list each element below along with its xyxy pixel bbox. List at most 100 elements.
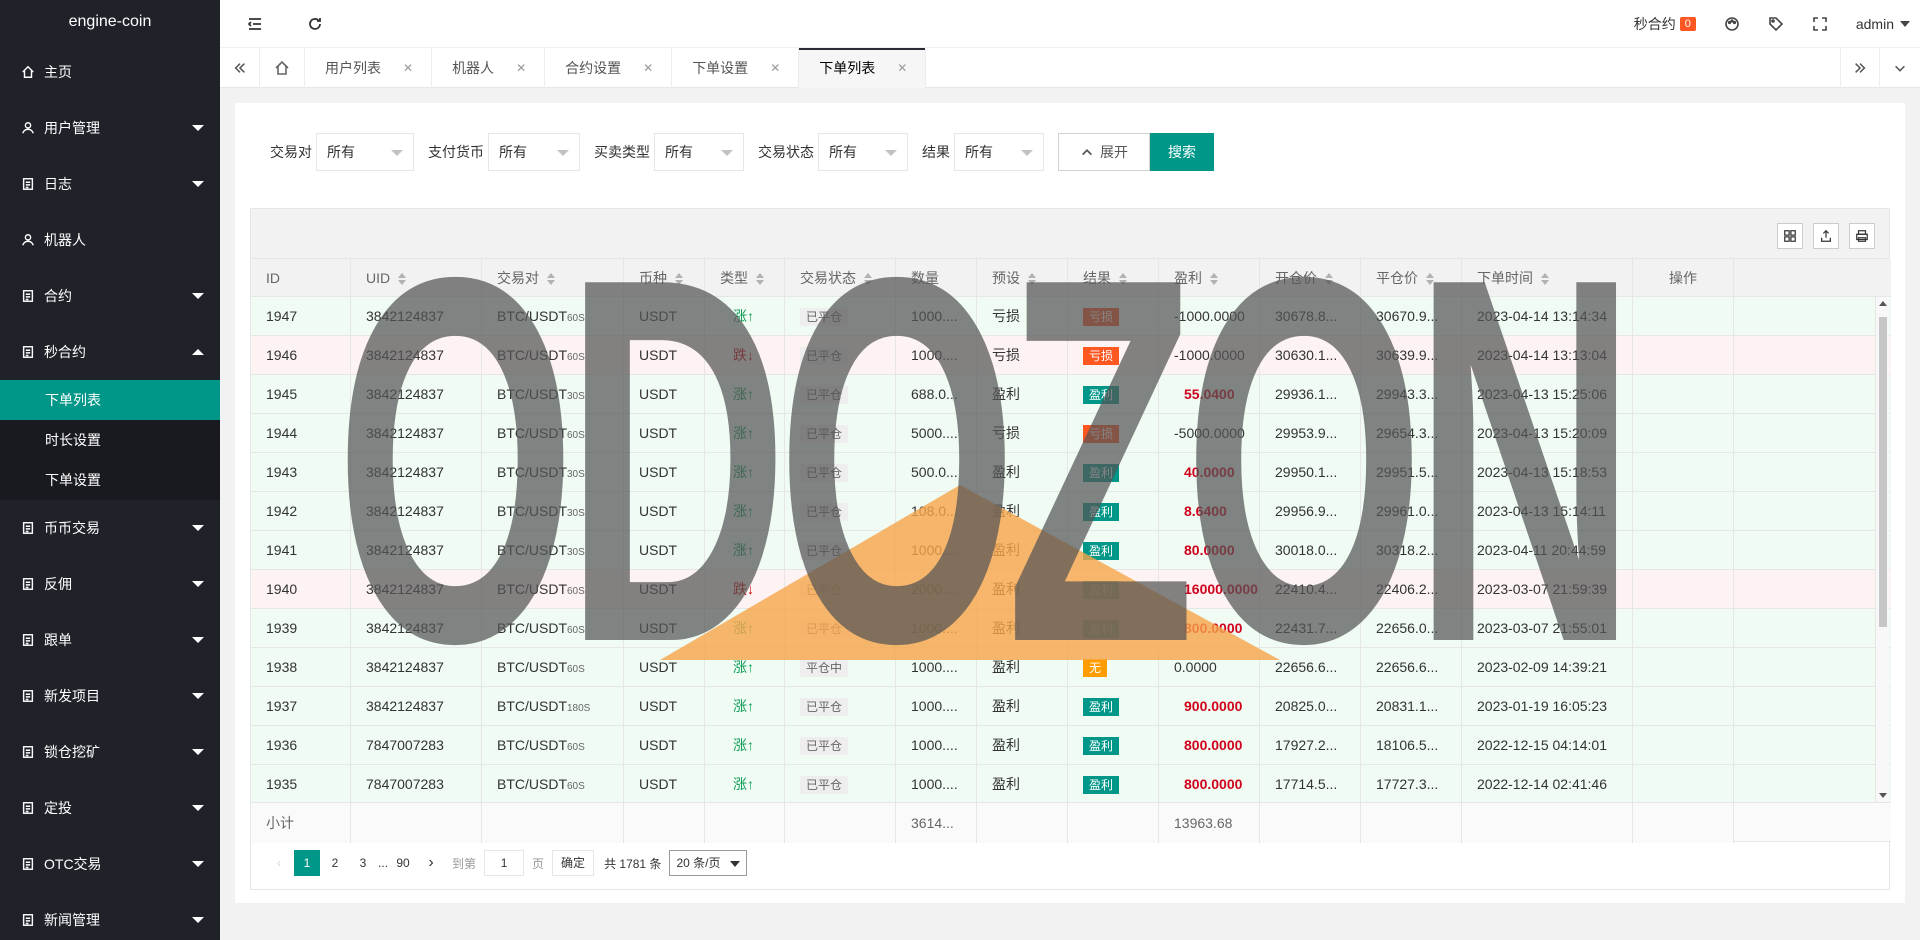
sort-icon[interactable]: [675, 273, 685, 286]
table-row[interactable]: 1938 3842124837 BTC/USDT60S USDT 涨↑ 平仓中 1000..…: [251, 648, 1891, 687]
sidebar-item[interactable]: 新发项目: [0, 668, 220, 724]
sidebar-item[interactable]: 秒合约: [0, 324, 220, 380]
tabs-scroll-right[interactable]: [1840, 48, 1880, 88]
scroll-down-icon[interactable]: [1879, 793, 1887, 798]
tab-item[interactable]: 机器人 ✕: [432, 48, 546, 88]
column-header[interactable]: 币种: [624, 259, 705, 297]
sort-icon[interactable]: [1119, 273, 1129, 286]
table-row[interactable]: 1947 3842124837 BTC/USDT60S USDT 涨↑ 已平仓 1000..…: [251, 297, 1891, 336]
sidebar-item[interactable]: 锁仓挖矿: [0, 724, 220, 780]
sidebar-item[interactable]: 机器人: [0, 212, 220, 268]
page-number[interactable]: 1: [294, 850, 320, 876]
close-icon[interactable]: ✕: [403, 61, 413, 75]
page-number[interactable]: 90: [390, 850, 416, 876]
table-row[interactable]: 1935 7847007283 BTC/USDT60S USDT 涨↑ 已平仓 1000..…: [251, 765, 1891, 802]
prev-page-icon[interactable]: ‹: [266, 850, 292, 876]
column-header[interactable]: 结果: [1068, 259, 1159, 297]
table-row[interactable]: 1946 3842124837 BTC/USDT60S USDT 跌↓ 已平仓 1000..…: [251, 336, 1891, 375]
column-header[interactable]: 盈利: [1159, 259, 1260, 297]
sidebar-item[interactable]: 反佣: [0, 556, 220, 612]
column-header[interactable]: UID: [351, 259, 482, 297]
sort-icon[interactable]: [1028, 273, 1038, 286]
column-header[interactable]: 开仓价: [1260, 259, 1361, 297]
search-button[interactable]: 搜索: [1150, 133, 1214, 171]
column-header[interactable]: 下单时间: [1462, 259, 1633, 297]
column-header[interactable]: 交易对: [482, 259, 624, 297]
tab-item[interactable]: 用户列表 ✕: [305, 48, 433, 88]
notice-link[interactable]: 秒合约 0: [1620, 0, 1710, 48]
table-row[interactable]: 1940 3842124837 BTC/USDT60S USDT 跌↓ 已平仓 2000..…: [251, 570, 1891, 609]
sort-icon[interactable]: [1325, 273, 1335, 286]
filter-select[interactable]: 所有: [488, 133, 580, 171]
filter-select[interactable]: 所有: [654, 133, 744, 171]
table-row[interactable]: 1937 3842124837 BTC/USDT180S USDT 涨↑ 已平仓 1000.…: [251, 687, 1891, 726]
column-filter-button[interactable]: [1777, 223, 1803, 249]
close-icon[interactable]: ✕: [643, 61, 653, 75]
filter-select[interactable]: 所有: [954, 133, 1044, 171]
tab-item[interactable]: 下单列表 ✕: [799, 48, 927, 88]
sort-icon[interactable]: [1426, 273, 1436, 286]
sidebar-item[interactable]: 跟单: [0, 612, 220, 668]
sort-icon[interactable]: [756, 273, 766, 286]
table-row[interactable]: 1936 7847007283 BTC/USDT60S USDT 涨↑ 已平仓 1000..…: [251, 726, 1891, 765]
sidebar-item[interactable]: OTC交易: [0, 836, 220, 892]
direction-up: 涨↑: [733, 503, 754, 519]
column-header[interactable]: 预设: [977, 259, 1068, 297]
page-size-select[interactable]: 20 条/页: [669, 850, 748, 876]
page-number[interactable]: 3: [350, 850, 376, 876]
filter-select[interactable]: 所有: [818, 133, 908, 171]
scroll-up-icon[interactable]: [1879, 301, 1887, 306]
page-number[interactable]: 2: [322, 850, 348, 876]
close-icon[interactable]: ✕: [516, 61, 526, 75]
sidebar-item[interactable]: 币币交易: [0, 500, 220, 556]
menu-collapse-button[interactable]: [240, 0, 270, 48]
scroll-thumb[interactable]: [1879, 317, 1887, 627]
sort-icon[interactable]: [864, 273, 874, 286]
table-row[interactable]: 1939 3842124837 BTC/USDT60S USDT 涨↑ 已平仓 1000..…: [251, 609, 1891, 648]
refresh-button[interactable]: [300, 0, 330, 48]
sidebar-subitem[interactable]: 下单列表: [0, 380, 220, 420]
table-scrollbar[interactable]: [1875, 297, 1889, 802]
table-row[interactable]: 1942 3842124837 BTC/USDT30S USDT 涨↑ 已平仓 108.0.…: [251, 492, 1891, 531]
goto-page-input[interactable]: 1: [484, 850, 525, 876]
column-header[interactable]: 交易状态: [785, 259, 896, 297]
sort-icon[interactable]: [1210, 273, 1220, 286]
user-menu[interactable]: admin: [1842, 0, 1920, 48]
sort-icon[interactable]: [1541, 273, 1551, 286]
goto-confirm-button[interactable]: 确定: [552, 850, 595, 876]
sidebar-item[interactable]: 日志: [0, 156, 220, 212]
tab-home[interactable]: [260, 48, 305, 88]
table-row[interactable]: 1943 3842124837 BTC/USDT30S USDT 涨↑ 已平仓 500.0.…: [251, 453, 1891, 492]
export-button[interactable]: [1813, 223, 1839, 249]
table-row[interactable]: 1945 3842124837 BTC/USDT30S USDT 涨↑ 已平仓 688.0.…: [251, 375, 1891, 414]
sidebar-item[interactable]: 用户管理: [0, 100, 220, 156]
sidebar-item[interactable]: 定投: [0, 780, 220, 836]
column-header[interactable]: 平仓价: [1361, 259, 1462, 297]
fullscreen-button[interactable]: [1798, 0, 1842, 48]
next-page-icon[interactable]: ›: [418, 850, 444, 876]
tabs-scroll-left[interactable]: [220, 48, 260, 88]
sort-icon[interactable]: [398, 273, 408, 286]
filter-select[interactable]: 所有: [316, 133, 414, 171]
print-button[interactable]: [1849, 223, 1875, 249]
expand-button[interactable]: 展开: [1058, 133, 1150, 171]
theme-button[interactable]: [1710, 0, 1754, 48]
close-icon[interactable]: ✕: [897, 61, 907, 75]
cell-open-price: 30018.0...: [1260, 531, 1361, 570]
tab-item[interactable]: 合约设置 ✕: [545, 48, 673, 88]
tab-item[interactable]: 下单设置 ✕: [672, 48, 800, 88]
sidebar-subitem[interactable]: 时长设置: [0, 420, 220, 460]
tag-button[interactable]: [1754, 0, 1798, 48]
app-logo[interactable]: engine-coin: [0, 0, 220, 44]
table-row[interactable]: 1941 3842124837 BTC/USDT30S USDT 涨↑ 已平仓 1000..…: [251, 531, 1891, 570]
sidebar-subitem[interactable]: 下单设置: [0, 460, 220, 500]
sidebar-item[interactable]: 新闻管理: [0, 892, 220, 940]
close-icon[interactable]: ✕: [770, 61, 780, 75]
sidebar-item[interactable]: 主页: [0, 44, 220, 100]
sort-icon[interactable]: [547, 273, 557, 286]
column-header[interactable]: 类型: [705, 259, 785, 297]
sidebar-item[interactable]: 合约: [0, 268, 220, 324]
cell-coin: USDT: [624, 297, 705, 336]
tabs-menu-button[interactable]: [1880, 48, 1920, 88]
table-row[interactable]: 1944 3842124837 BTC/USDT60S USDT 涨↑ 已平仓 5000..…: [251, 414, 1891, 453]
